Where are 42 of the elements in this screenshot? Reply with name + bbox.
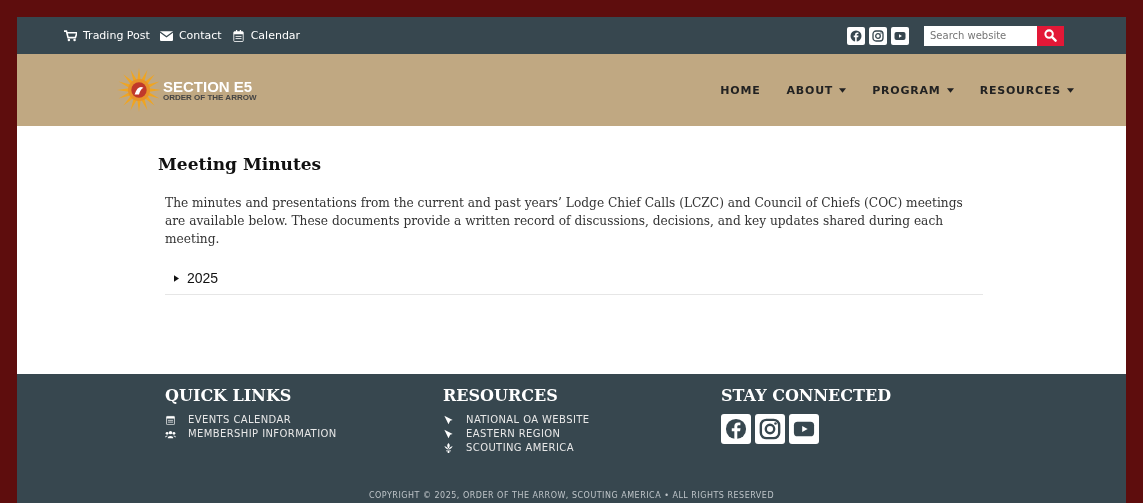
nav-item[interactable]: RESOURCES <box>979 83 1074 97</box>
caret-icon <box>1067 87 1074 93</box>
cart-icon <box>64 29 77 42</box>
calendar-icon <box>231 29 245 42</box>
search-field[interactable]: Search website <box>924 25 1037 46</box>
facebook-icon[interactable] <box>847 26 865 45</box>
search-button[interactable] <box>1037 25 1064 46</box>
top-link[interactable]: Contact <box>159 29 222 42</box>
instagram-icon[interactable] <box>869 26 887 45</box>
footer-link[interactable]: EVENTS CALENDAR <box>165 414 443 425</box>
youtube-icon[interactable] <box>789 414 819 444</box>
youtube-icon[interactable] <box>891 26 909 45</box>
footer-heading: RESOURCES <box>443 386 559 405</box>
nav-item[interactable]: PROGRAM <box>872 83 954 97</box>
top-link[interactable]: Calendar <box>231 29 301 42</box>
copyright-text: COPYRIGHT © 2025, ORDER OF THE ARROW, SCOUTING AMERICA • ALL RIGHTS RESERVED <box>367 491 776 502</box>
search-icon <box>1044 29 1057 42</box>
intro-paragraph: The minutes and presentations from the current and past years’ Lodge Chief Calls (LCZC) and Council of Chiefs (COC) meetings are available below. These documents provide a written record of discussions, decisions, and key updates shared during each meeting. <box>165 195 964 248</box>
footer-link[interactable]: EASTERN REGION <box>443 428 721 439</box>
nav-item[interactable]: HOME <box>720 83 761 97</box>
footer-link[interactable]: NATIONAL OA WEBSITE <box>443 414 721 425</box>
calendar-icon <box>165 414 176 425</box>
top-link[interactable]: Trading Post <box>64 29 150 42</box>
page-title: Meeting Minutes <box>158 154 323 174</box>
footer-link[interactable]: MEMBERSHIP INFORMATION <box>165 428 443 439</box>
users-icon <box>165 428 176 439</box>
arrowhead-icon <box>443 414 454 425</box>
disclosure-triangle-icon <box>174 274 179 282</box>
nav-item[interactable]: ABOUT <box>786 83 847 97</box>
footer-heading: STAY CONNECTED <box>721 386 893 405</box>
sun-emblem-icon <box>117 68 161 112</box>
caret-icon <box>946 87 954 93</box>
footer-heading: QUICK LINKS <box>165 386 293 405</box>
accordion-toggle[interactable]: 2025 <box>165 262 228 294</box>
mail-icon <box>159 29 173 42</box>
logo-subtitle[interactable]: ORDER OF THE ARROW <box>163 93 257 102</box>
arrowhead-icon <box>443 428 454 439</box>
instagram-icon[interactable] <box>755 414 785 444</box>
fleur-de-lis-icon <box>443 442 454 453</box>
footer-link[interactable]: SCOUTING AMERICA <box>443 442 721 453</box>
caret-icon <box>839 87 847 93</box>
facebook-icon[interactable] <box>721 414 751 444</box>
